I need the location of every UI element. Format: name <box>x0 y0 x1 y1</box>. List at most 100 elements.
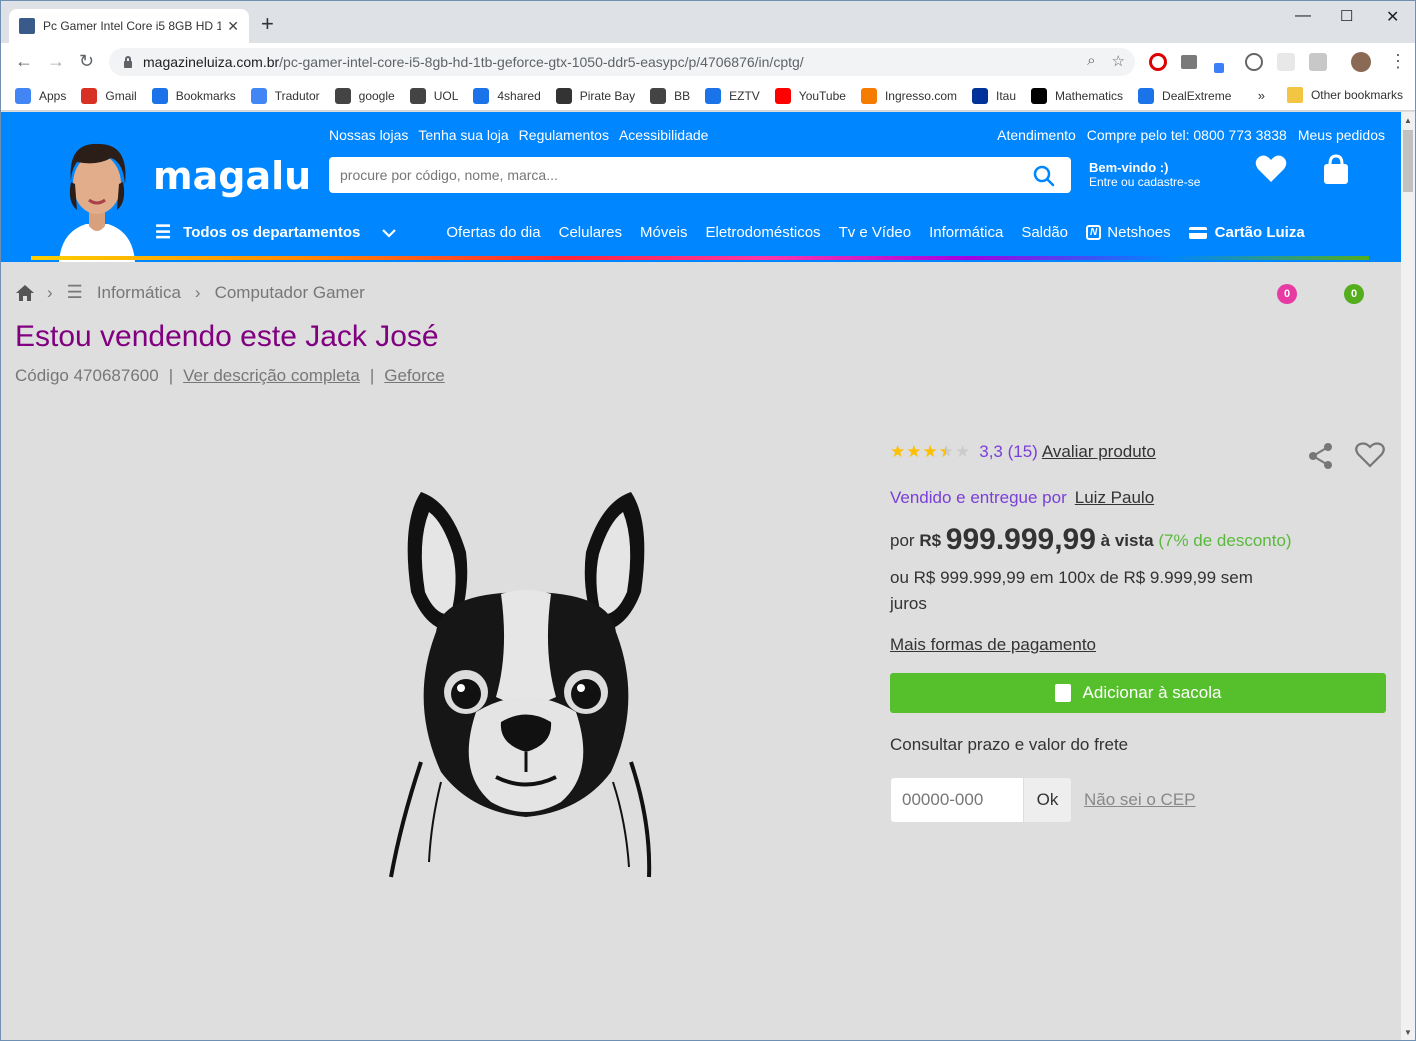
extension-icon[interactable] <box>1245 53 1263 71</box>
breadcrumb-item-informatica[interactable]: Informática <box>97 283 181 303</box>
brand-link[interactable]: Geforce <box>384 366 444 386</box>
menu-item[interactable]: Ofertas do dia <box>446 224 540 241</box>
bookmark-item[interactable]: BB <box>650 87 690 104</box>
home-icon[interactable] <box>15 284 35 302</box>
scroll-down-arrow-icon[interactable]: ▼ <box>1404 1028 1412 1037</box>
menu-item[interactable]: Eletrodomésticos <box>706 224 821 241</box>
forward-icon[interactable]: → <box>47 51 65 71</box>
top-link-right[interactable]: Compre pelo tel: 0800 773 3838 <box>1087 127 1287 143</box>
login-link[interactable]: Bem-vindo :) Entre ou cadastre-se <box>1089 161 1201 190</box>
search-input[interactable] <box>340 167 1020 183</box>
bookmark-item[interactable]: 4shared <box>473 87 541 104</box>
close-window-icon[interactable]: ✕ <box>1386 7 1399 27</box>
top-link[interactable]: Tenha sua loja <box>418 127 508 143</box>
magalu-logo[interactable]: magalu <box>153 154 311 198</box>
rating-row: ★★★★★★ 3,3 (15) Avaliar produto <box>890 442 1390 469</box>
wishlist-heart-icon[interactable] <box>1255 154 1287 184</box>
menu-item[interactable]: Saldão <box>1021 224 1068 241</box>
hamburger-icon[interactable]: ☰ <box>67 282 83 303</box>
itau-icon <box>971 87 988 104</box>
bookmark-item[interactable]: google <box>334 87 395 104</box>
seller-link[interactable]: Luiz Paulo <box>1075 488 1154 507</box>
tab-favicon <box>19 18 35 34</box>
breadcrumb-item-computador-gamer[interactable]: Computador Gamer <box>215 283 365 303</box>
bookmark-label: Ingresso.com <box>884 88 957 103</box>
credit-card-icon <box>1188 226 1207 239</box>
profile-avatar[interactable] <box>1351 52 1371 72</box>
browser-tab[interactable]: Pc Gamer Intel Core i5 8GB HD 1 ✕ <box>9 9 249 43</box>
rating-value[interactable]: 3,3 (15) <box>979 442 1038 462</box>
bookmark-item[interactable]: UOL <box>409 87 459 104</box>
zoom-icon[interactable]: ⌕ <box>1087 52 1095 70</box>
top-link[interactable]: Regulamentos <box>519 127 609 143</box>
rainbow-divider <box>31 256 1369 260</box>
hamburger-icon: ☰ <box>155 222 172 242</box>
scroll-thumb[interactable] <box>1403 130 1413 192</box>
bookmark-item[interactable]: DealExtreme <box>1138 87 1232 104</box>
bookmark-item[interactable]: YouTube <box>774 87 846 104</box>
menu-kebab-icon[interactable]: ⋮ <box>1389 51 1407 71</box>
bookmarks-overflow-icon[interactable]: » <box>1258 88 1265 103</box>
favorite-heart-icon[interactable] <box>1355 442 1385 468</box>
drive-extension-icon[interactable] <box>1181 55 1197 69</box>
cep-input[interactable] <box>890 777 1024 823</box>
cartao-luiza-link[interactable]: Cartão Luiza <box>1188 224 1305 241</box>
browser-window: Pc Gamer Intel Core i5 8GB HD 1 ✕ + — ☐ … <box>0 0 1416 1041</box>
menu-item[interactable]: Celulares <box>559 224 622 241</box>
search-icon[interactable] <box>1033 165 1055 187</box>
top-link-right[interactable]: Atendimento <box>997 127 1076 143</box>
extension-icon-2[interactable] <box>1277 53 1295 71</box>
url-path: /pc-gamer-intel-core-i5-8gb-hd-1tb-gefor… <box>279 54 804 70</box>
bookmark-item[interactable]: Gmail <box>81 87 137 104</box>
netshoes-label: Netshoes <box>1107 224 1171 241</box>
product-image[interactable] <box>381 482 671 882</box>
menu-item[interactable]: Informática <box>929 224 1003 241</box>
bookmark-star-icon[interactable]: ☆ <box>1112 52 1125 70</box>
chevron-right-icon: › <box>47 282 53 302</box>
picker-extension-icon[interactable] <box>1214 63 1224 73</box>
globe-icon <box>334 87 351 104</box>
bookmark-item[interactable]: Apps <box>15 87 66 104</box>
bookmark-item[interactable]: Pirate Bay <box>555 87 635 104</box>
add-to-bag-button[interactable]: Adicionar à sacola <box>890 673 1386 713</box>
ingresso-icon <box>860 87 877 104</box>
opera-extension-icon[interactable] <box>1149 53 1167 71</box>
top-link-right[interactable]: Meus pedidos <box>1298 127 1385 143</box>
globe-icon <box>650 87 667 104</box>
welcome-sub: Entre ou cadastre-se <box>1089 175 1201 189</box>
back-icon[interactable]: ← <box>15 51 33 71</box>
top-link[interactable]: Nossas lojas <box>329 127 408 143</box>
bookmark-label: DealExtreme <box>1162 88 1232 103</box>
maximize-icon[interactable]: ☐ <box>1340 7 1353 25</box>
new-tab-icon[interactable]: + <box>261 13 274 35</box>
unknown-cep-link[interactable]: Não sei o CEP <box>1084 790 1196 810</box>
page-scrollbar[interactable]: ▲ ▼ <box>1401 112 1415 1040</box>
cart-bag-icon[interactable] <box>1321 154 1351 186</box>
cast-icon[interactable] <box>1309 53 1327 71</box>
minimize-icon[interactable]: — <box>1295 7 1311 25</box>
address-bar[interactable]: magazineluiza.com.br/pc-gamer-intel-core… <box>109 48 1135 76</box>
bookmark-label: UOL <box>433 88 459 103</box>
top-link[interactable]: Acessibilidade <box>619 127 709 143</box>
rate-product-link[interactable]: Avaliar produto <box>1042 442 1156 462</box>
netshoes-link[interactable]: N Netshoes <box>1086 224 1171 241</box>
menu-item[interactable]: Tv e Vídeo <box>839 224 912 241</box>
bookmark-item[interactable]: Tradutor <box>250 87 320 104</box>
search-box <box>329 157 1071 193</box>
bookmark-item[interactable]: Ingresso.com <box>860 87 957 104</box>
bookmark-label: google <box>358 88 395 103</box>
menu-item[interactable]: Móveis <box>640 224 688 241</box>
scroll-up-arrow-icon[interactable]: ▲ <box>1404 116 1412 125</box>
reload-icon[interactable]: ↻ <box>79 51 94 71</box>
bookmark-item[interactable]: Mathematics <box>1031 87 1123 104</box>
cep-ok-button[interactable]: Ok <box>1024 777 1072 823</box>
full-description-link[interactable]: Ver descrição completa <box>183 366 360 386</box>
bookmark-item[interactable]: Itau <box>971 87 1016 104</box>
departments-menu[interactable]: ☰ Todos os departamentos <box>155 222 446 243</box>
other-bookmarks[interactable]: Other bookmarks <box>1286 87 1403 103</box>
bookmark-item[interactable]: EZTV <box>705 87 760 104</box>
share-icon[interactable] <box>1308 442 1334 470</box>
more-payments-link[interactable]: Mais formas de pagamento <box>890 635 1096 655</box>
bookmark-item[interactable]: Bookmarks <box>151 87 236 104</box>
close-tab-icon[interactable]: ✕ <box>227 18 239 35</box>
